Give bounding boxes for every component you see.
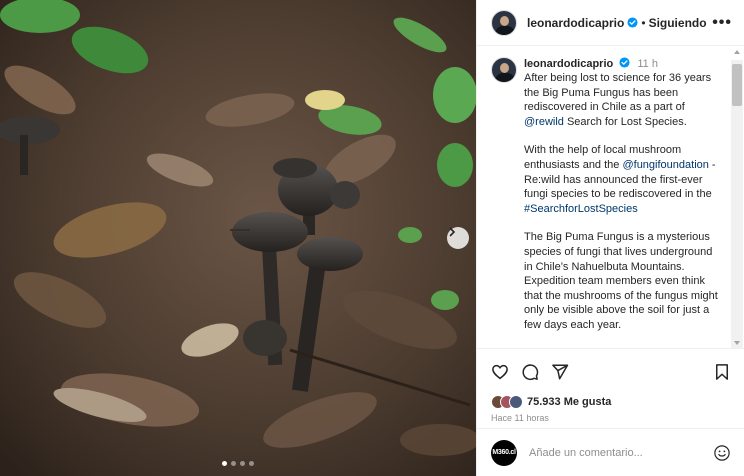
emoji-button[interactable] bbox=[713, 444, 731, 462]
caption-username[interactable]: leonardodicaprio bbox=[524, 58, 613, 70]
mention-link[interactable]: @fungifoundation bbox=[622, 159, 708, 171]
comments-section[interactable]: leonardodicaprio 11 h After being lost t… bbox=[477, 47, 744, 347]
save-button[interactable] bbox=[713, 363, 731, 381]
heart-icon bbox=[492, 364, 508, 380]
share-icon bbox=[552, 364, 569, 380]
scrollbar[interactable] bbox=[731, 60, 743, 348]
like-button[interactable] bbox=[491, 363, 509, 381]
verified-badge-icon bbox=[619, 57, 630, 68]
post-actions: 75.933 Me gusta Hace 11 horas bbox=[477, 348, 744, 423]
author-avatar[interactable] bbox=[491, 9, 517, 36]
caption-paragraph: After being lost to science for 36 years… bbox=[524, 72, 712, 128]
more-options-button[interactable]: ••• bbox=[712, 14, 732, 32]
likes-count[interactable]: 75.933 Me gusta bbox=[527, 396, 611, 408]
post-date: Hace 11 horas bbox=[491, 413, 549, 423]
likes-row[interactable]: 75.933 Me gusta bbox=[491, 395, 731, 409]
caption-paragraph: The Big Puma Fungus is a mysterious spec… bbox=[524, 231, 718, 331]
comment-icon bbox=[522, 364, 539, 381]
verified-badge-icon bbox=[627, 17, 638, 28]
comment-button[interactable] bbox=[521, 363, 539, 381]
comment-input[interactable] bbox=[529, 446, 699, 459]
carousel-dot bbox=[240, 461, 245, 466]
header-separator: • bbox=[641, 15, 646, 30]
likers-avatars bbox=[491, 395, 523, 409]
share-button[interactable] bbox=[551, 363, 569, 381]
caption-paragraph: With the help of local mushroom enthusia… bbox=[524, 144, 716, 215]
carousel-dot bbox=[231, 461, 236, 466]
post-side-panel: leonardodicaprio • Siguiendo ••• leonard… bbox=[476, 0, 744, 476]
carousel-dot bbox=[222, 461, 227, 466]
chevron-right-icon bbox=[449, 227, 456, 237]
mushroom-photo bbox=[0, 0, 476, 476]
bookmark-icon bbox=[716, 364, 728, 380]
hashtag-link[interactable]: #SearchforLostSpecies bbox=[524, 203, 638, 215]
carousel-dots bbox=[0, 461, 476, 466]
author-username[interactable]: leonardodicaprio bbox=[527, 16, 624, 30]
following-button[interactable]: Siguiendo bbox=[649, 16, 707, 30]
post-time[interactable]: 11 h bbox=[637, 58, 658, 70]
scroll-up-arrow[interactable] bbox=[734, 50, 740, 54]
carousel-dot bbox=[249, 461, 254, 466]
caption-avatar[interactable] bbox=[491, 57, 517, 83]
current-user-avatar: M360.cl bbox=[491, 439, 517, 466]
next-slide-button[interactable] bbox=[447, 227, 469, 249]
post-caption: leonardodicaprio 11 h After being lost t… bbox=[477, 47, 744, 347]
post-media[interactable] bbox=[0, 0, 476, 476]
mention-link[interactable]: @rewild bbox=[524, 116, 564, 128]
scroll-down-arrow[interactable] bbox=[734, 341, 740, 345]
scrollbar-thumb[interactable] bbox=[732, 64, 742, 106]
comment-box: M360.cl bbox=[477, 428, 744, 476]
emoji-icon bbox=[714, 444, 730, 461]
post-header: leonardodicaprio • Siguiendo ••• bbox=[477, 0, 744, 46]
